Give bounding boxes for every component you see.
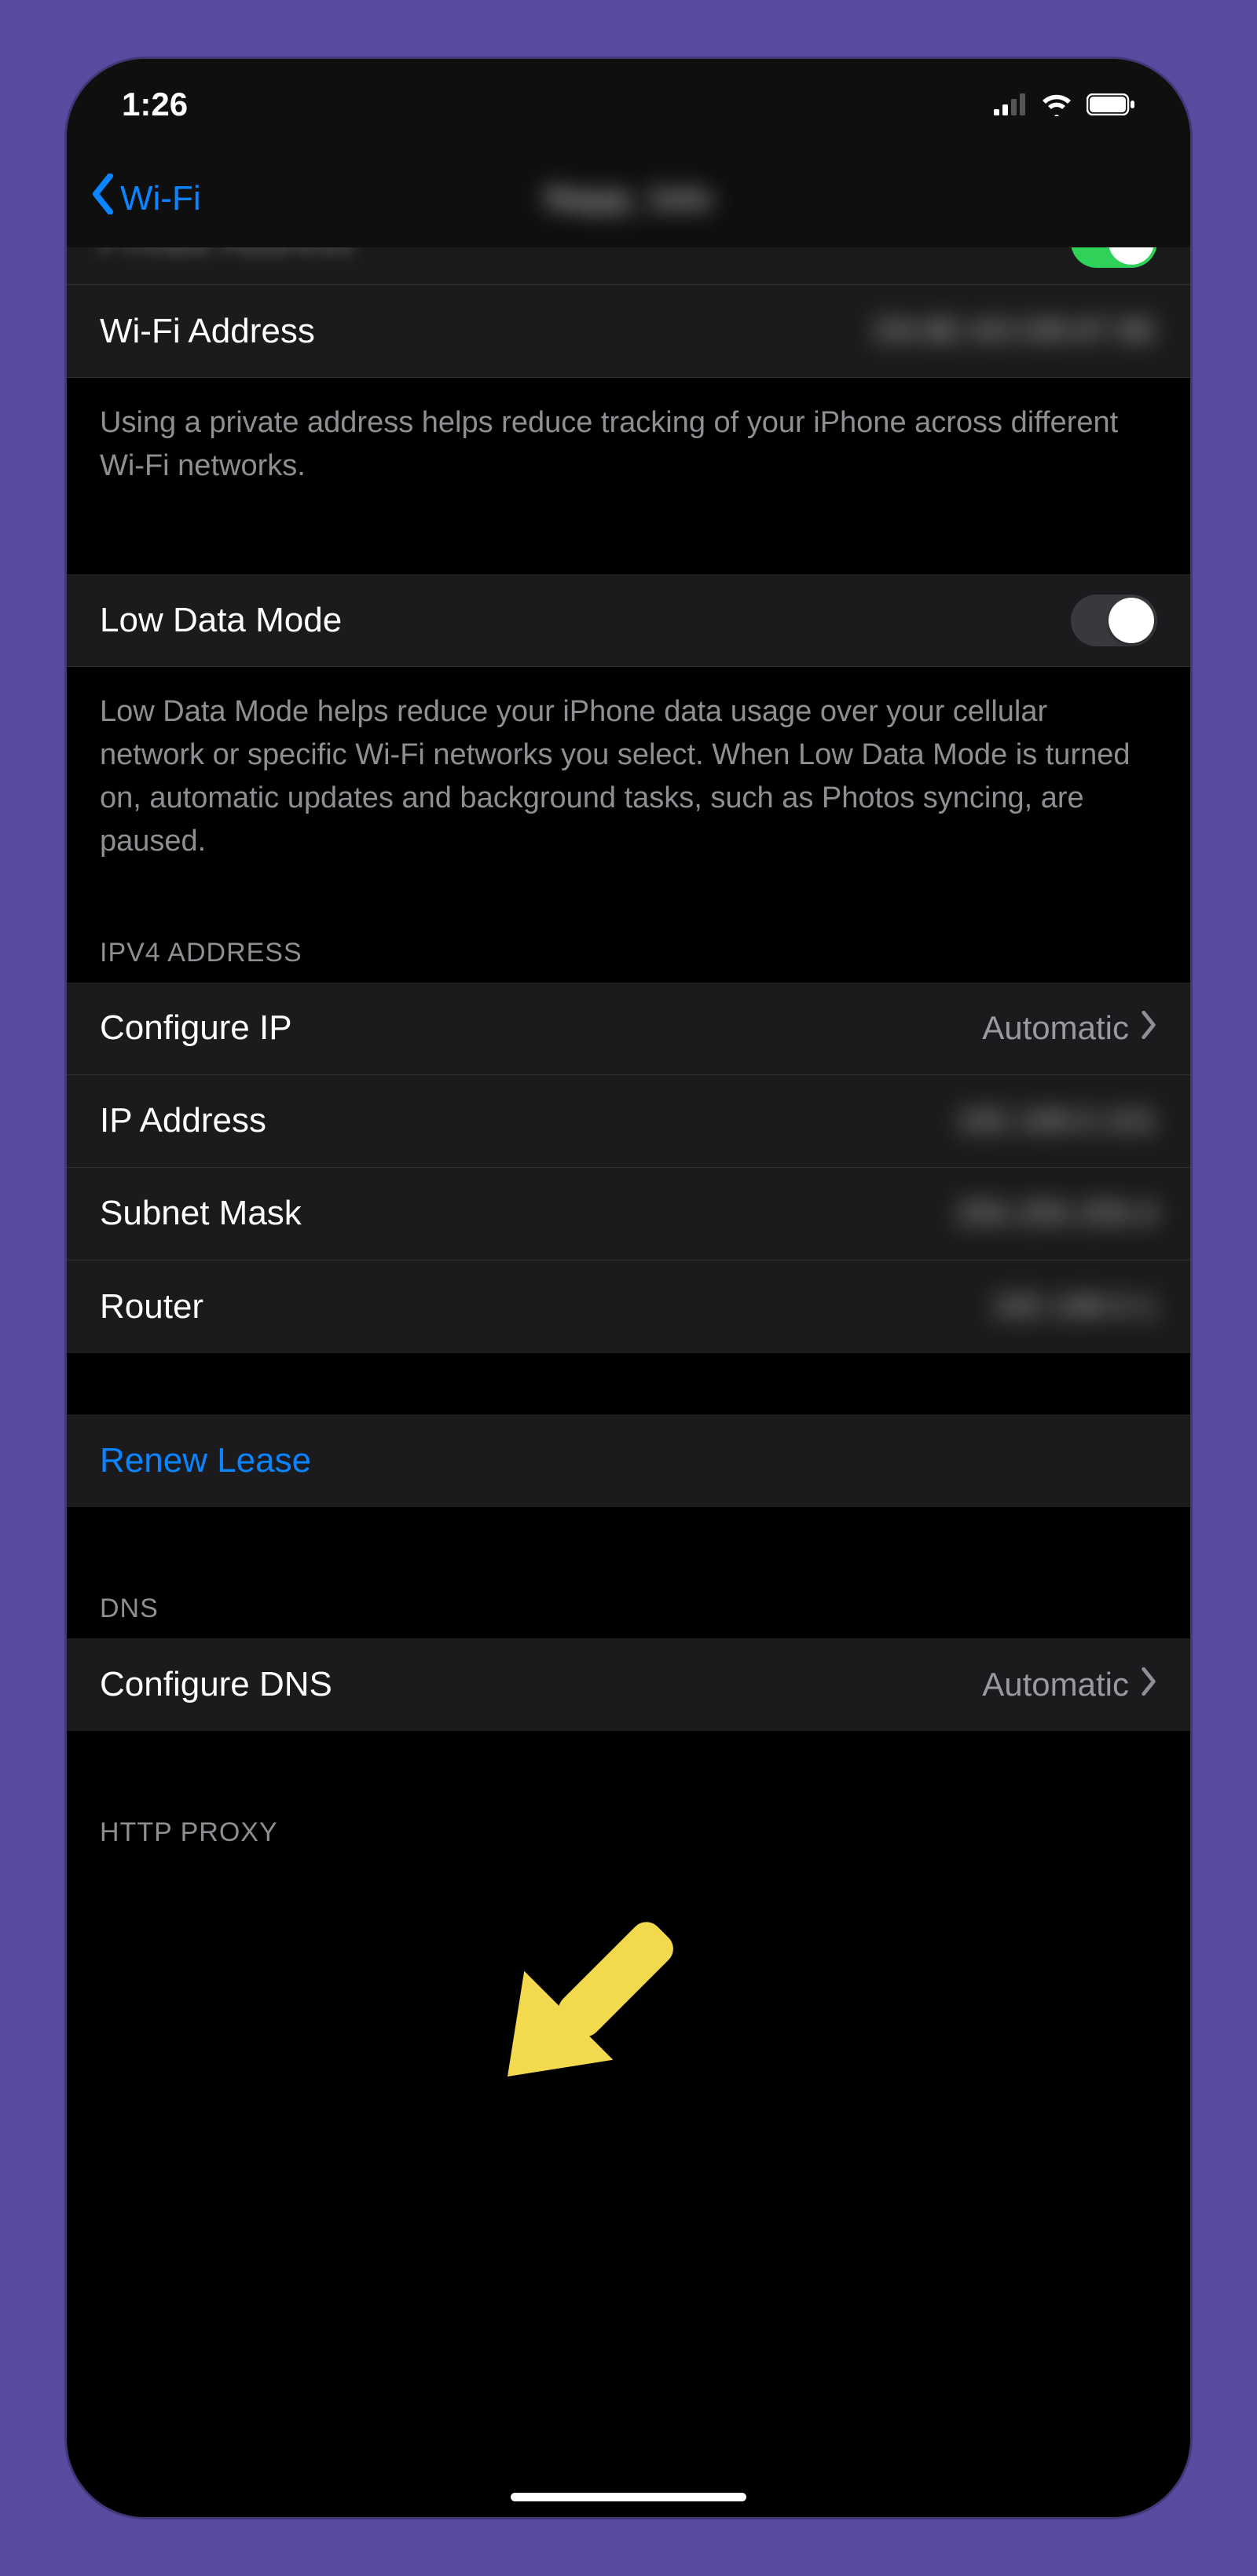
ip-address-value: 192.168.0.101 [956,1103,1157,1139]
configure-dns-value-text: Automatic [982,1666,1129,1703]
private-address-footer: Using a private address helps reduce tra… [67,378,1190,522]
status-time: 1:26 [122,86,188,123]
chevron-left-icon [90,174,115,223]
subnet-mask-label: Subnet Mask [100,1194,302,1233]
wifi-address-row: Wi-Fi Address D6:8E:AD:DB:87:9E [67,285,1190,378]
settings-content: Private Address Wi-Fi Address D6:8E:AD:D… [67,247,1190,2517]
router-label: Router [100,1287,203,1326]
configure-ip-row[interactable]: Configure IP Automatic [67,982,1190,1075]
configure-dns-value: Automatic [982,1666,1157,1703]
configure-ip-value-text: Automatic [982,1009,1129,1047]
back-button[interactable]: Wi-Fi [90,174,201,223]
chevron-right-icon [1140,1666,1157,1703]
renew-lease-label: Renew Lease [100,1441,311,1480]
wifi-address-value: D6:8E:AD:DB:87:9E [874,313,1157,349]
configure-ip-label: Configure IP [100,1008,292,1048]
low-data-mode-footer: Low Data Mode helps reduce your iPhone d… [67,667,1190,898]
subnet-mask-value: 255.255.255.0 [956,1196,1157,1231]
chevron-right-icon [1140,1009,1157,1047]
configure-ip-value: Automatic [982,1009,1157,1047]
router-row: Router 192.168.0.1 [67,1261,1190,1353]
annotation-arrow-icon [460,1873,711,2124]
configure-dns-label: Configure DNS [100,1665,332,1704]
battery-icon [1087,93,1135,115]
private-address-toggle[interactable] [1071,247,1157,268]
cellular-signal-icon [994,93,1027,115]
ipv4-section-header: IPV4 ADDRESS [67,898,1190,982]
ip-address-label: IP Address [100,1101,266,1140]
renew-lease-button[interactable]: Renew Lease [67,1414,1190,1507]
nav-title: Napp_lolo [545,179,713,218]
ip-address-row: IP Address 192.168.0.101 [67,1075,1190,1168]
router-value: 192.168.0.1 [991,1289,1157,1324]
phone-frame: 1:26 [67,59,1190,2517]
nav-bar: Wi-Fi Napp_lolo [67,149,1190,247]
wifi-icon [1041,93,1072,116]
private-address-label: Private Address [100,247,353,263]
http-proxy-section-header: HTTP PROXY [67,1731,1190,1862]
back-label: Wi-Fi [120,179,201,218]
low-data-mode-row: Low Data Mode [67,574,1190,667]
dns-section-header: DNS [67,1507,1190,1638]
configure-dns-row[interactable]: Configure DNS Automatic [67,1638,1190,1731]
subnet-mask-row: Subnet Mask 255.255.255.0 [67,1168,1190,1261]
wifi-address-label: Wi-Fi Address [100,312,315,351]
low-data-mode-label: Low Data Mode [100,601,342,640]
home-indicator[interactable] [511,2493,746,2501]
status-bar: 1:26 [67,59,1190,149]
low-data-mode-toggle[interactable] [1071,595,1157,646]
status-icons [994,93,1135,116]
